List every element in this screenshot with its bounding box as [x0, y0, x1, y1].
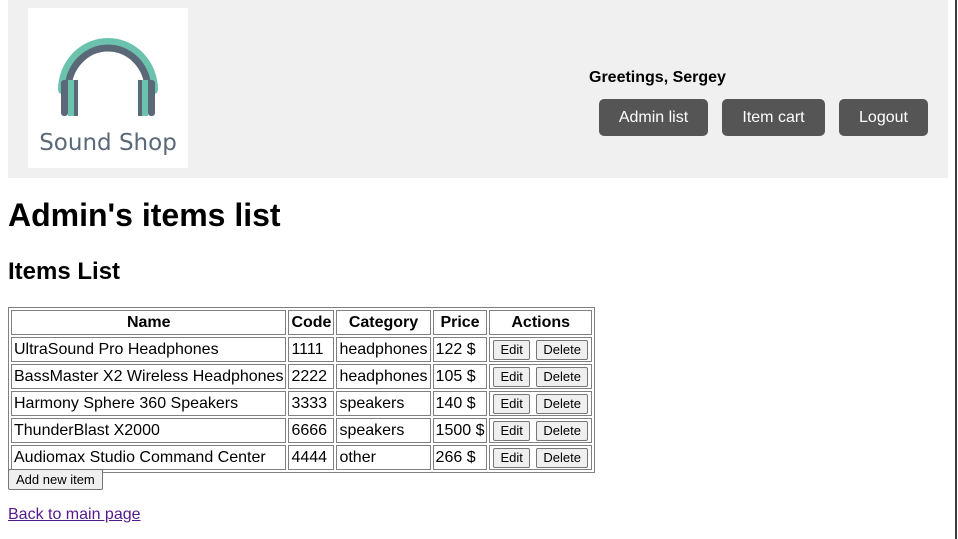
column-header-category: Category [336, 310, 431, 335]
table-row: ThunderBlast X2000 6666 speakers 1500 $ … [11, 418, 592, 443]
column-header-actions: Actions [489, 310, 592, 335]
item-code: 2222 [288, 364, 335, 389]
item-name: UltraSound Pro Headphones [11, 337, 287, 362]
edit-button[interactable]: Edit [493, 339, 530, 360]
back-to-main-link[interactable]: Back to main page [8, 506, 141, 524]
table-row: Audiomax Studio Command Center 4444 othe… [11, 445, 592, 470]
item-code: 4444 [288, 445, 335, 470]
item-actions: Edit Delete [489, 337, 592, 362]
edit-button[interactable]: Edit [493, 393, 530, 414]
item-actions: Edit Delete [489, 445, 592, 470]
add-new-item-button[interactable]: Add new item [8, 469, 103, 490]
sound-shop-logo[interactable]: Sound Shop [28, 8, 188, 168]
column-header-price: Price [432, 310, 488, 335]
item-category: speakers [336, 418, 431, 443]
column-header-code: Code [288, 310, 335, 335]
delete-button[interactable]: Delete [536, 366, 588, 387]
admin-list-button[interactable]: Admin list [599, 99, 708, 136]
item-category: other [336, 445, 431, 470]
logo-text: Sound Shop [39, 130, 177, 156]
logout-button[interactable]: Logout [839, 99, 928, 136]
item-actions: Edit Delete [489, 391, 592, 416]
greeting-text: Greetings, Sergey [589, 69, 726, 86]
delete-button[interactable]: Delete [536, 339, 588, 360]
item-code: 6666 [288, 418, 335, 443]
table-header-row: Name Code Category Price Actions [11, 310, 592, 335]
edit-button[interactable]: Edit [493, 447, 530, 468]
column-header-name: Name [11, 310, 287, 335]
table-row: BassMaster X2 Wireless Headphones 2222 h… [11, 364, 592, 389]
table-row: Harmony Sphere 360 Speakers 3333 speaker… [11, 391, 592, 416]
item-category: headphones [336, 364, 431, 389]
site-header: Sound Shop Greetings, Sergey Admin list … [8, 0, 948, 178]
item-price: 266 $ [432, 445, 488, 470]
items-table: Name Code Category Price Actions UltraSo… [8, 307, 595, 473]
headphones-icon [58, 38, 158, 116]
edit-button[interactable]: Edit [493, 420, 530, 441]
delete-button[interactable]: Delete [536, 447, 588, 468]
page-title: Admin's items list [8, 197, 281, 233]
item-price: 140 $ [432, 391, 488, 416]
delete-button[interactable]: Delete [536, 420, 588, 441]
item-code: 1111 [288, 337, 335, 362]
item-actions: Edit Delete [489, 418, 592, 443]
item-actions: Edit Delete [489, 364, 592, 389]
item-name: BassMaster X2 Wireless Headphones [11, 364, 287, 389]
item-category: headphones [336, 337, 431, 362]
section-title: Items List [8, 258, 121, 285]
table-row: UltraSound Pro Headphones 1111 headphone… [11, 337, 592, 362]
edit-button[interactable]: Edit [493, 366, 530, 387]
item-category: speakers [336, 391, 431, 416]
item-code: 3333 [288, 391, 335, 416]
item-cart-button[interactable]: Item cart [722, 99, 825, 136]
item-price: 1500 $ [432, 418, 488, 443]
item-price: 105 $ [432, 364, 488, 389]
window-edge [955, 0, 957, 539]
delete-button[interactable]: Delete [536, 393, 588, 414]
item-price: 122 $ [432, 337, 488, 362]
item-name: Audiomax Studio Command Center [11, 445, 287, 470]
item-name: ThunderBlast X2000 [11, 418, 287, 443]
item-name: Harmony Sphere 360 Speakers [11, 391, 287, 416]
